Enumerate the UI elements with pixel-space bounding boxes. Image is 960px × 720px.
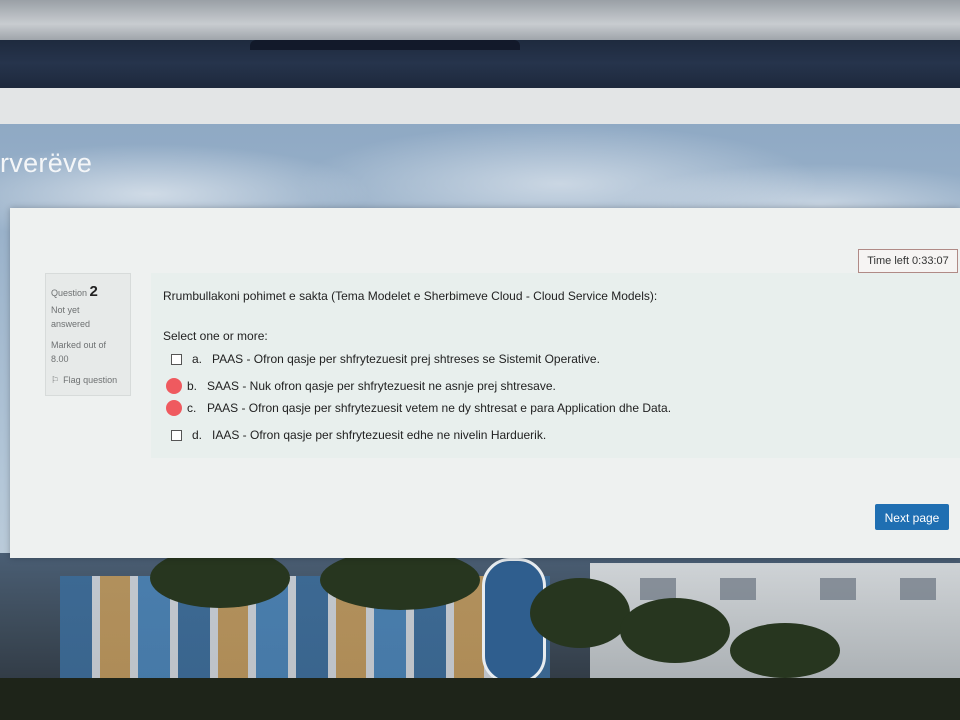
option-c-marker[interactable] bbox=[166, 400, 182, 416]
option-letter: b. bbox=[187, 379, 198, 393]
ground bbox=[0, 678, 960, 720]
question-number: 2 bbox=[89, 283, 98, 300]
answer-option-b[interactable]: b. SAAS - Nuk ofron qasje per shfrytezue… bbox=[166, 377, 556, 395]
flag-question-link[interactable]: ⚐ Flag question bbox=[51, 375, 117, 386]
question-text: Rrumbullakoni pohimet e sakta (Tema Mode… bbox=[163, 289, 658, 303]
answer-option-c[interactable]: c. PAAS - Ofron qasje per shfrytezuesit … bbox=[166, 399, 672, 417]
monitor-webcam-bar bbox=[250, 40, 520, 50]
status-text: Not yet bbox=[51, 305, 80, 315]
option-text: PAAS - Ofron qasje per shfrytezuesit vet… bbox=[207, 401, 672, 415]
building-window bbox=[900, 578, 936, 600]
question-number-line: Question 2 bbox=[51, 283, 98, 300]
marked-out-of-text: Marked out of bbox=[51, 340, 107, 350]
option-text: IAAS - Ofron qasje per shfrytezuesit edh… bbox=[212, 428, 547, 442]
answer-option-d[interactable]: d. IAAS - Ofron qasje per shfrytezuesit … bbox=[171, 426, 546, 444]
answer-prompt: Select one or more: bbox=[163, 329, 268, 343]
option-letter: a. bbox=[192, 352, 203, 366]
answer-option-a[interactable]: a. PAAS - Ofron qasje per shfrytezuesit … bbox=[171, 350, 600, 368]
option-text: PAAS - Ofron qasje per shfrytezuesit pre… bbox=[212, 352, 600, 366]
flag-question-label: Flag question bbox=[63, 375, 118, 385]
tree bbox=[530, 578, 630, 648]
question-content: Rrumbullakoni pohimet e sakta (Tema Mode… bbox=[151, 273, 960, 458]
option-text: SAAS - Nuk ofron qasje per shfrytezuesit… bbox=[207, 379, 556, 393]
tree bbox=[320, 550, 480, 610]
next-page-button[interactable]: Next page bbox=[875, 504, 949, 530]
option-letter: c. bbox=[187, 401, 197, 415]
option-d-checkbox[interactable] bbox=[171, 429, 182, 441]
building-window bbox=[720, 578, 756, 600]
status-text-2: answered bbox=[51, 319, 91, 329]
building-window bbox=[640, 578, 676, 600]
flag-icon: ⚐ bbox=[51, 375, 60, 385]
question-info-box: Question 2 Not yet answered Marked out o… bbox=[45, 273, 131, 396]
building-window bbox=[820, 578, 856, 600]
quiz-timer: Time left 0:33:07 bbox=[858, 249, 958, 273]
course-title: rverëve bbox=[0, 148, 93, 178]
tree bbox=[620, 598, 730, 663]
option-a-checkbox[interactable] bbox=[171, 353, 182, 365]
option-letter: d. bbox=[192, 428, 203, 442]
quiz-panel: Time left 0:33:07 Question 2 Not yet ans… bbox=[10, 208, 960, 558]
option-b-marker[interactable] bbox=[166, 378, 182, 394]
question-label: Question bbox=[51, 288, 88, 298]
marked-out-of-value: 8.00 bbox=[51, 354, 69, 364]
browser-screen: rverëve Time left 0:33:07 Question 2 Not… bbox=[0, 88, 960, 720]
page-header-strip bbox=[0, 88, 960, 124]
tree bbox=[730, 623, 840, 678]
